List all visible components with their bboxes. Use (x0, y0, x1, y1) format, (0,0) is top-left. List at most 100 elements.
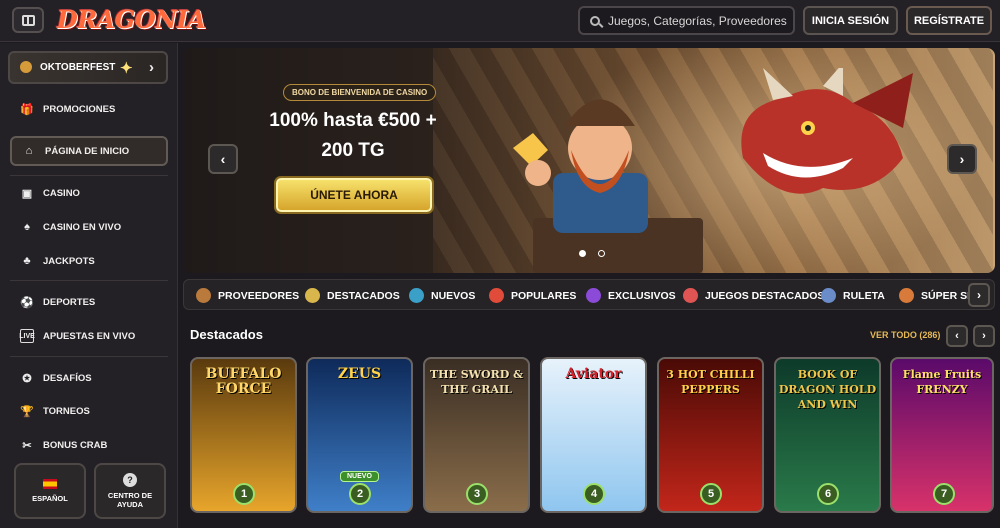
help-label: CENTRO DE AYUDA (107, 491, 153, 509)
star-icon (305, 288, 320, 303)
chevron-right-icon: › (959, 151, 965, 167)
hero-next-button[interactable]: › (947, 144, 977, 174)
ball-icon: ⚽ (20, 296, 34, 309)
oktoberfest-icon (20, 61, 32, 73)
crystal-icon (586, 288, 601, 303)
sidebar-item-label: CASINO (43, 187, 80, 199)
sidebar-item-label: PÁGINA DE INICIO (45, 145, 130, 157)
category-label: NUEVOS (431, 289, 476, 302)
game-title: BOOK OF DRAGON HOLD AND WIN (778, 368, 877, 411)
sidebar-item-casino-en-vivo[interactable]: ♠ CASINO EN VIVO (10, 214, 168, 240)
search-placeholder: Juegos, Categorías, Proveedores (608, 13, 787, 28)
category-label: DESTACADOS (327, 289, 400, 302)
chevron-right-icon: › (982, 330, 986, 342)
sidebar-item-promociones[interactable]: 🎁 PROMOCIONES (10, 96, 168, 122)
game-card[interactable]: THE SWORD & THE GRAIL 3 (423, 357, 530, 513)
chevron-left-icon: ‹ (220, 151, 226, 167)
trophy-icon: 🏆 (20, 405, 34, 418)
game-card[interactable]: 3 HOT CHILLI PEPPERS 5 (657, 357, 764, 513)
rank-badge: 5 (700, 483, 722, 505)
sidebar-item-label: DEPORTES (43, 296, 96, 308)
live-icon: LIVE (19, 329, 35, 343)
help-center-button[interactable]: ? CENTRO DE AYUDA (94, 463, 166, 519)
category-label: PROVEEDORES (218, 289, 300, 302)
category-next-button[interactable]: › (968, 283, 990, 307)
divider (10, 175, 168, 176)
category-populares[interactable]: POPULARES (489, 280, 576, 309)
sidebar-item-label: CASINO EN VIVO (43, 221, 122, 233)
language-button[interactable]: ESPAÑOL (14, 463, 86, 519)
sidebar-item-deportes[interactable]: ⚽ DEPORTES (10, 289, 168, 315)
game-card[interactable]: BOOK OF DRAGON HOLD AND WIN 6 (774, 357, 881, 513)
hero-prev-button[interactable]: ‹ (208, 144, 238, 174)
game-card[interactable]: Flame Fruits FRENZY 7 (890, 357, 994, 513)
sidebar-item-apuestas-en-vivo[interactable]: LIVE APUESTAS EN VIVO (10, 323, 168, 349)
chevron-left-icon: ‹ (955, 330, 959, 342)
search-input[interactable]: Juegos, Categorías, Proveedores (578, 6, 795, 35)
hero-title: 100% hasta €500 + 200 TG (253, 106, 453, 166)
game-card[interactable]: BUFFALO FORCE 1 (190, 357, 297, 513)
sidebar-item-desafios[interactable]: ✪ DESAFÍOS (10, 365, 168, 391)
miner-illustration (513, 99, 703, 273)
game-title: ZEUS (337, 366, 382, 382)
register-button[interactable]: REGÍSTRATE (906, 6, 992, 35)
new-badge: NUEVO (340, 471, 379, 482)
category-label: SÚPER SH (921, 289, 975, 302)
chevron-right-icon: › (149, 59, 154, 76)
category-exclusivos[interactable]: EXCLUSIVOS (586, 280, 676, 309)
hero-banner[interactable]: BONO DE BIENVENIDA DE CASINO 100% hasta … (183, 48, 995, 273)
featured-next-button[interactable]: › (973, 325, 995, 347)
category-destacados[interactable]: DESTACADOS (305, 280, 400, 309)
featured-prev-button[interactable]: ‹ (946, 325, 968, 347)
category-juegos-destacados[interactable]: JUEGOS DESTACADOS (683, 280, 824, 309)
see-all-link[interactable]: VER TODO (286) (870, 330, 940, 340)
sidebar-item-casino[interactable]: ▣ CASINO (10, 180, 168, 206)
sidebar-icon (21, 14, 35, 26)
game-title: Flame Fruits FRENZY (902, 368, 982, 396)
crab-icon: ✂ (22, 439, 32, 452)
hero-title-line1: 100% hasta €500 + (269, 110, 437, 131)
sparkle-icon: ✦ (120, 60, 133, 77)
category-ruleta[interactable]: RULETA (821, 280, 885, 309)
sidebar-item-jackpots[interactable]: ♣ JACKPOTS (10, 248, 168, 274)
rank-badge: 3 (466, 483, 488, 505)
category-bar: PROVEEDORES DESTACADOS NUEVOS POPULARES … (183, 279, 995, 310)
slide-dot[interactable] (598, 250, 605, 257)
hero-title-line2: 200 TG (321, 140, 385, 161)
promo-banner-oktoberfest[interactable]: OKTOBERFEST ✦ › (8, 51, 168, 84)
game-card[interactable]: Aviator 4 (540, 357, 647, 513)
top-bar: DRAGONIA Juegos, Categorías, Proveedores… (0, 0, 1000, 42)
sidebar-toggle-button[interactable] (12, 7, 44, 33)
dragon-illustration (741, 68, 913, 194)
sidebar-item-inicio[interactable]: ⌂ PÁGINA DE INICIO (10, 136, 168, 166)
category-nuevos[interactable]: NUEVOS (409, 280, 476, 309)
category-super-sh[interactable]: SÚPER SH (899, 280, 975, 309)
game-title: Aviator (565, 366, 622, 382)
game-card[interactable]: ZEUS NUEVO 2 (306, 357, 413, 513)
category-proveedores[interactable]: PROVEEDORES (196, 280, 300, 309)
join-now-button[interactable]: ÚNETE AHORA (276, 178, 432, 212)
clover-icon: ♣ (23, 255, 31, 267)
rank-badge: 1 (233, 483, 255, 505)
challenge-icon: ✪ (22, 372, 32, 385)
chevron-right-icon: › (977, 288, 981, 302)
section-title: Destacados (190, 327, 263, 342)
game-title: THE SWORD & THE GRAIL (429, 368, 524, 396)
logo[interactable]: DRAGONIA (57, 5, 206, 34)
sidebar-item-label: JACKPOTS (43, 255, 95, 267)
rank-badge: 7 (933, 483, 955, 505)
question-icon: ? (123, 473, 137, 487)
sidebar-item-bonus-crab[interactable]: ✂ BONUS CRAB (10, 432, 168, 458)
promo-label: OKTOBERFEST (40, 62, 116, 73)
divider (10, 280, 168, 281)
sidebar: OKTOBERFEST ✦ › 🎁 PROMOCIONES ⌂ PÁGINA D… (0, 43, 178, 528)
slide-dot-active[interactable] (579, 250, 586, 257)
sidebar-item-torneos[interactable]: 🏆 TORNEOS (10, 398, 168, 424)
slot-machine-icon: ▣ (21, 187, 33, 200)
rank-badge: 4 (583, 483, 605, 505)
sidebar-item-label: TORNEOS (43, 405, 90, 417)
divider (10, 356, 168, 357)
language-label: ESPAÑOL (32, 494, 68, 503)
login-button[interactable]: INICIA SESIÓN (803, 6, 898, 35)
dice-icon (683, 288, 698, 303)
